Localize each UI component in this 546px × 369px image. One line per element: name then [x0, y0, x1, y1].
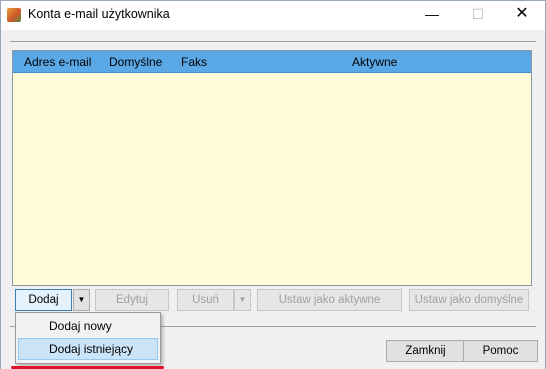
dialog-window: Konta e-mail użytkownika — ☐ ✕ Adres e-m…: [0, 0, 546, 369]
title-bar[interactable]: Konta e-mail użytkownika — ☐ ✕: [1, 1, 545, 29]
add-dropdown-menu: Dodaj nowy Dodaj istniejący: [15, 312, 161, 364]
list-header: Adres e-mail Domyślne Faks Aktywne: [13, 51, 531, 73]
edit-button[interactable]: Edytuj: [95, 289, 169, 311]
column-header-active[interactable]: Aktywne: [352, 55, 397, 69]
close-button[interactable]: Zamknij: [386, 340, 465, 362]
add-dropdown-arrow-icon[interactable]: ▼: [73, 289, 90, 311]
column-header-default[interactable]: Domyślne: [109, 55, 162, 69]
delete-dropdown-arrow-icon[interactable]: ▼: [234, 289, 251, 311]
help-button[interactable]: Pomoc: [463, 340, 538, 362]
dialog-client-area: Adres e-mail Domyślne Faks Aktywne Dodaj…: [1, 30, 545, 369]
close-window-button[interactable]: ✕: [499, 1, 545, 29]
add-button[interactable]: Dodaj: [15, 289, 72, 311]
minimize-button[interactable]: —: [409, 1, 455, 29]
set-default-button[interactable]: Ustaw jako domyślne: [409, 289, 529, 311]
set-active-button[interactable]: Ustaw jako aktywne: [257, 289, 402, 311]
window-title: Konta e-mail użytkownika: [28, 7, 170, 21]
app-icon: [7, 8, 21, 22]
menu-item-add-new[interactable]: Dodaj nowy: [18, 315, 158, 337]
column-header-email[interactable]: Adres e-mail: [24, 55, 91, 69]
menu-item-add-existing[interactable]: Dodaj istniejący: [18, 338, 158, 360]
maximize-button: ☐: [471, 6, 485, 22]
delete-button[interactable]: Usuń: [177, 289, 234, 311]
column-header-fax[interactable]: Faks: [181, 55, 207, 69]
group-frame-top: [10, 41, 536, 42]
email-accounts-list[interactable]: Adres e-mail Domyślne Faks Aktywne: [12, 50, 532, 286]
